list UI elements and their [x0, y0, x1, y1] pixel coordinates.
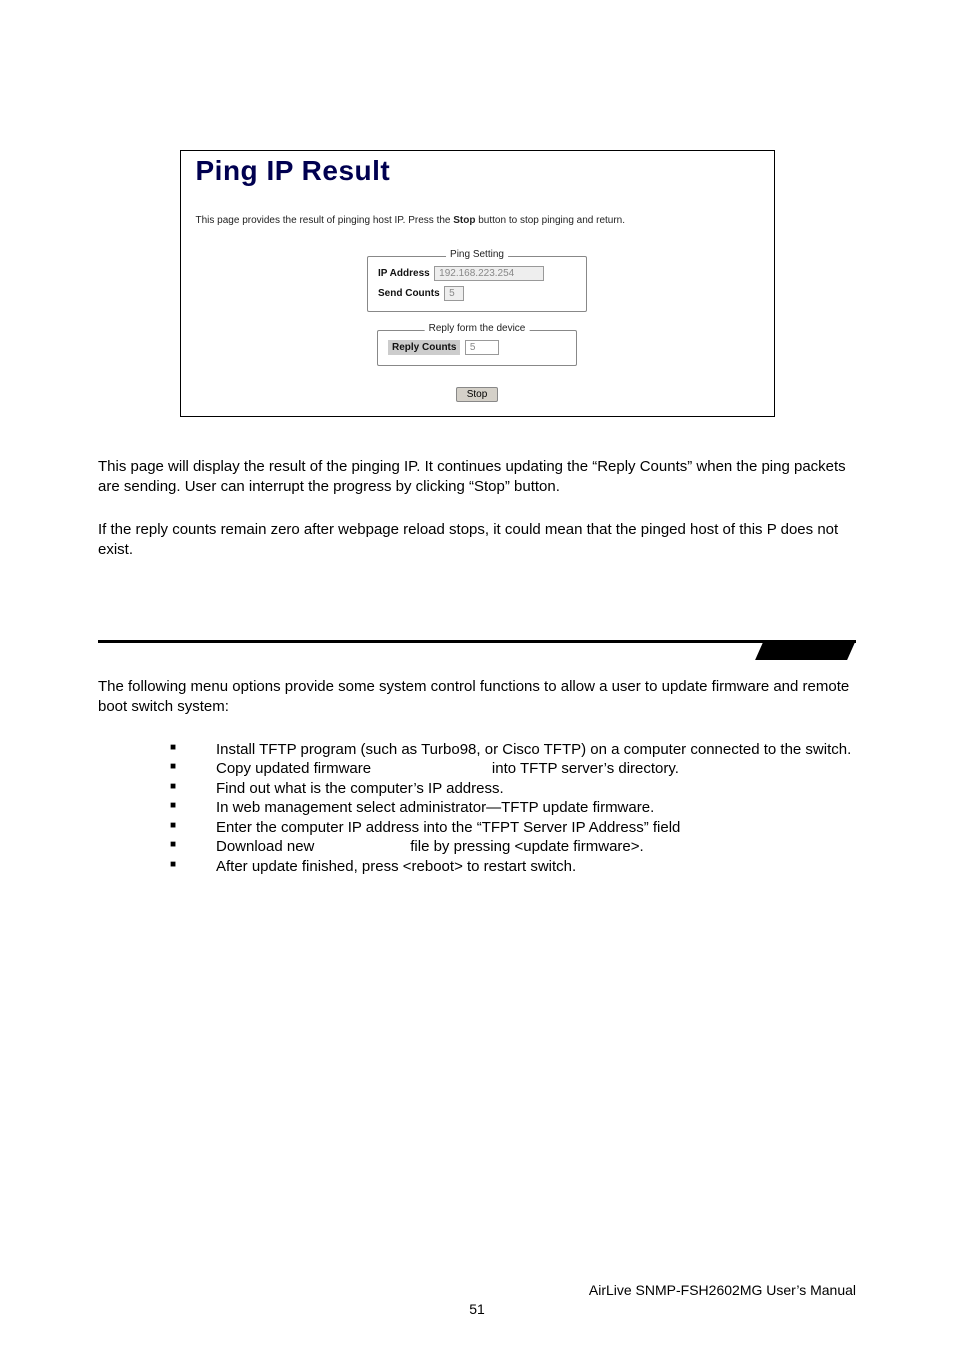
- list-item: In web management select administrator—T…: [170, 798, 856, 818]
- paragraph-1: This page will display the result of the…: [98, 457, 856, 498]
- list-item: Install TFTP program (such as Turbo98, o…: [170, 740, 856, 760]
- list-item: Download new file by pressing <update fi…: [170, 837, 856, 857]
- send-counts-label: Send Counts: [378, 288, 440, 299]
- reply-counts-input[interactable]: 5: [465, 340, 499, 355]
- ip-address-label: IP Address: [378, 268, 430, 279]
- footer-model: AirLive SNMP-FSH2602MG User’s Manual: [589, 1282, 856, 1298]
- paragraph-3: The following menu options provide some …: [98, 677, 856, 718]
- list-item: Copy updated firmware into TFTP server’s…: [170, 759, 856, 779]
- section-divider: [98, 640, 856, 643]
- paragraph-2: If the reply counts remain zero after we…: [98, 520, 856, 561]
- reply-legend: Reply form the device: [425, 323, 530, 334]
- ping-setting-group: Ping Setting IP Address 192.168.223.254 …: [367, 256, 587, 312]
- ping-setting-legend: Ping Setting: [446, 249, 508, 260]
- list-item: Enter the computer IP address into the “…: [170, 818, 856, 838]
- list-item: After update finished, press <reboot> to…: [170, 857, 856, 877]
- panel-subtitle: This page provides the result of pinging…: [196, 215, 759, 226]
- ping-result-screenshot: Ping IP Result This page provides the re…: [180, 150, 775, 417]
- panel-title: Ping IP Result: [196, 155, 759, 187]
- stop-button[interactable]: Stop: [456, 387, 499, 402]
- send-counts-input[interactable]: 5: [444, 286, 464, 301]
- ip-address-input[interactable]: 192.168.223.254: [434, 266, 544, 281]
- reply-counts-label: Reply Counts: [388, 340, 460, 355]
- footer-page-number: 51: [469, 1301, 485, 1317]
- reply-group: Reply form the device Reply Counts 5: [377, 330, 577, 366]
- bullet-list: Install TFTP program (such as Turbo98, o…: [170, 740, 856, 877]
- divider-tab-icon: [755, 640, 856, 660]
- list-item: Find out what is the computer’s IP addre…: [170, 779, 856, 799]
